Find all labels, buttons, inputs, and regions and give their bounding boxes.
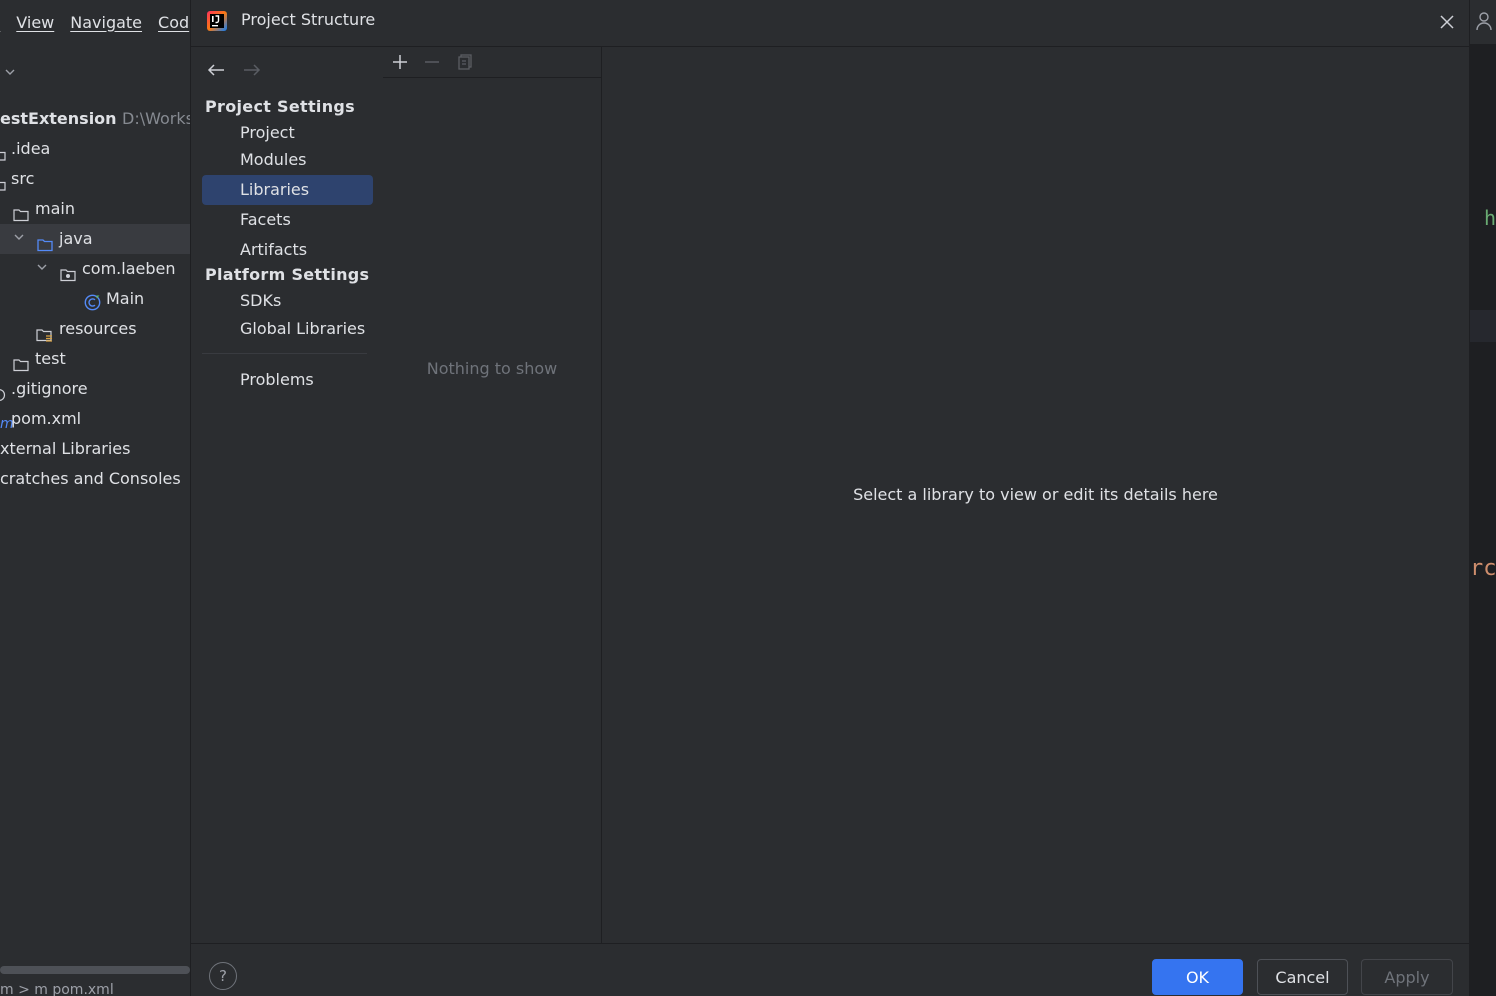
dialog-footer: ? OK Cancel Apply <box>191 943 1469 996</box>
tree-item-label: xternal Libraries <box>0 439 131 458</box>
ide-menubar: t View Navigate Cod <box>0 0 192 44</box>
list-toolbar <box>383 47 601 78</box>
tree-item-label: estExtension <box>0 109 117 128</box>
menu-item-navigate[interactable]: Navigate <box>70 13 142 32</box>
back-button[interactable] <box>205 59 227 81</box>
help-button[interactable]: ? <box>209 962 237 990</box>
tree-item-label: src <box>11 169 35 188</box>
add-user-icon[interactable] <box>1476 10 1496 36</box>
tree-item-main-class[interactable]: Main <box>0 284 190 314</box>
chevron-down-icon[interactable] <box>36 254 48 284</box>
empty-list-message: Nothing to show <box>426 359 558 378</box>
tree-item-path: D:\Works <box>122 109 190 128</box>
menu-item-code[interactable]: Cod <box>158 13 189 32</box>
details-placeholder: Select a library to view or edit its det… <box>853 485 1218 504</box>
nav-item-sdks[interactable]: SDKs <box>202 286 373 316</box>
code-fragment: rc <box>1470 556 1496 581</box>
arrow-left-icon <box>207 64 224 76</box>
close-icon <box>1440 15 1454 29</box>
nav-item-libraries[interactable]: Libraries <box>202 175 373 205</box>
tree-item-main[interactable]: main <box>0 194 190 224</box>
copy-button[interactable] <box>453 51 477 73</box>
tree-item-idea[interactable]: .idea <box>0 134 190 164</box>
dialog-title: Project Structure <box>241 10 376 29</box>
copy-icon <box>458 54 472 70</box>
tree-item-project-root[interactable]: estExtension D:\Works <box>0 104 190 134</box>
tree-item-label: main <box>35 199 75 218</box>
tree-item-java[interactable]: java <box>0 224 190 254</box>
tree-item-label: com.laeben <box>82 259 176 278</box>
project-tool-window: estExtension D:\Works .idea src main jav… <box>0 44 190 964</box>
tree-item-resources[interactable]: resources <box>0 314 190 344</box>
chevron-down-icon[interactable] <box>13 224 25 254</box>
editor-area: h rc <box>1470 44 1496 996</box>
add-button[interactable] <box>388 51 412 73</box>
tree-item-label: pom.xml <box>11 409 82 428</box>
remove-button[interactable] <box>420 51 444 73</box>
forward-button[interactable] <box>241 59 263 81</box>
tree-item-label: .idea <box>11 139 51 158</box>
nav-item-problems[interactable]: Problems <box>202 365 373 395</box>
tree-item-gitignore[interactable]: .gitignore <box>0 374 190 404</box>
close-button[interactable] <box>1435 10 1459 34</box>
history-navigation <box>205 59 263 81</box>
ide-header-right <box>1470 0 1496 44</box>
library-details-panel: Select a library to view or edit its det… <box>602 47 1469 943</box>
menu-item-view[interactable]: View <box>16 13 54 32</box>
tree-item-test[interactable]: test <box>0 344 190 374</box>
tree-item-package[interactable]: com.laeben <box>0 254 190 284</box>
tree-item-label: .gitignore <box>11 379 88 398</box>
tree-item-external-libraries[interactable]: xternal Libraries <box>0 434 190 464</box>
code-fragment: h <box>1484 206 1496 230</box>
tree-item-scratches[interactable]: cratches and Consoles <box>0 464 190 494</box>
plus-icon <box>393 55 407 69</box>
chevron-down-icon[interactable] <box>4 66 16 82</box>
settings-navigation: Project Settings Project Modules Librari… <box>191 47 384 943</box>
nav-item-project[interactable]: Project <box>202 118 373 148</box>
section-header-platform-settings: Platform Settings <box>205 265 370 284</box>
tree-item-label: test <box>35 349 66 368</box>
project-structure-dialog: Project Structure Project Settings Proje… <box>190 0 1470 996</box>
horizontal-scrollbar[interactable] <box>0 966 190 974</box>
arrow-right-icon <box>244 64 261 76</box>
tree-item-src[interactable]: src <box>0 164 190 194</box>
tree-item-label: cratches and Consoles <box>0 469 181 488</box>
nav-item-global-libraries[interactable]: Global Libraries <box>202 314 373 344</box>
tree-item-label: resources <box>59 319 137 338</box>
ok-button[interactable]: OK <box>1152 959 1243 995</box>
section-header-project-settings: Project Settings <box>205 97 355 116</box>
nav-item-facets[interactable]: Facets <box>202 205 373 235</box>
nav-item-artifacts[interactable]: Artifacts <box>202 235 373 265</box>
cancel-button[interactable]: Cancel <box>1257 959 1348 995</box>
dialog-title-bar[interactable]: Project Structure <box>191 0 1469 47</box>
tree-item-label: java <box>59 229 93 248</box>
tree-item-label: Main <box>106 289 145 308</box>
divider <box>202 353 367 354</box>
caret-line-highlight <box>1470 310 1496 342</box>
library-list-panel: Nothing to show <box>383 47 602 943</box>
intellij-logo-icon <box>206 10 228 32</box>
tree-item-pom[interactable]: m pom.xml <box>0 404 190 434</box>
apply-button[interactable]: Apply <box>1361 959 1453 995</box>
minus-icon <box>425 61 439 63</box>
status-breadcrumb: m > m pom.xml <box>0 982 114 996</box>
nav-item-modules[interactable]: Modules <box>202 145 373 175</box>
